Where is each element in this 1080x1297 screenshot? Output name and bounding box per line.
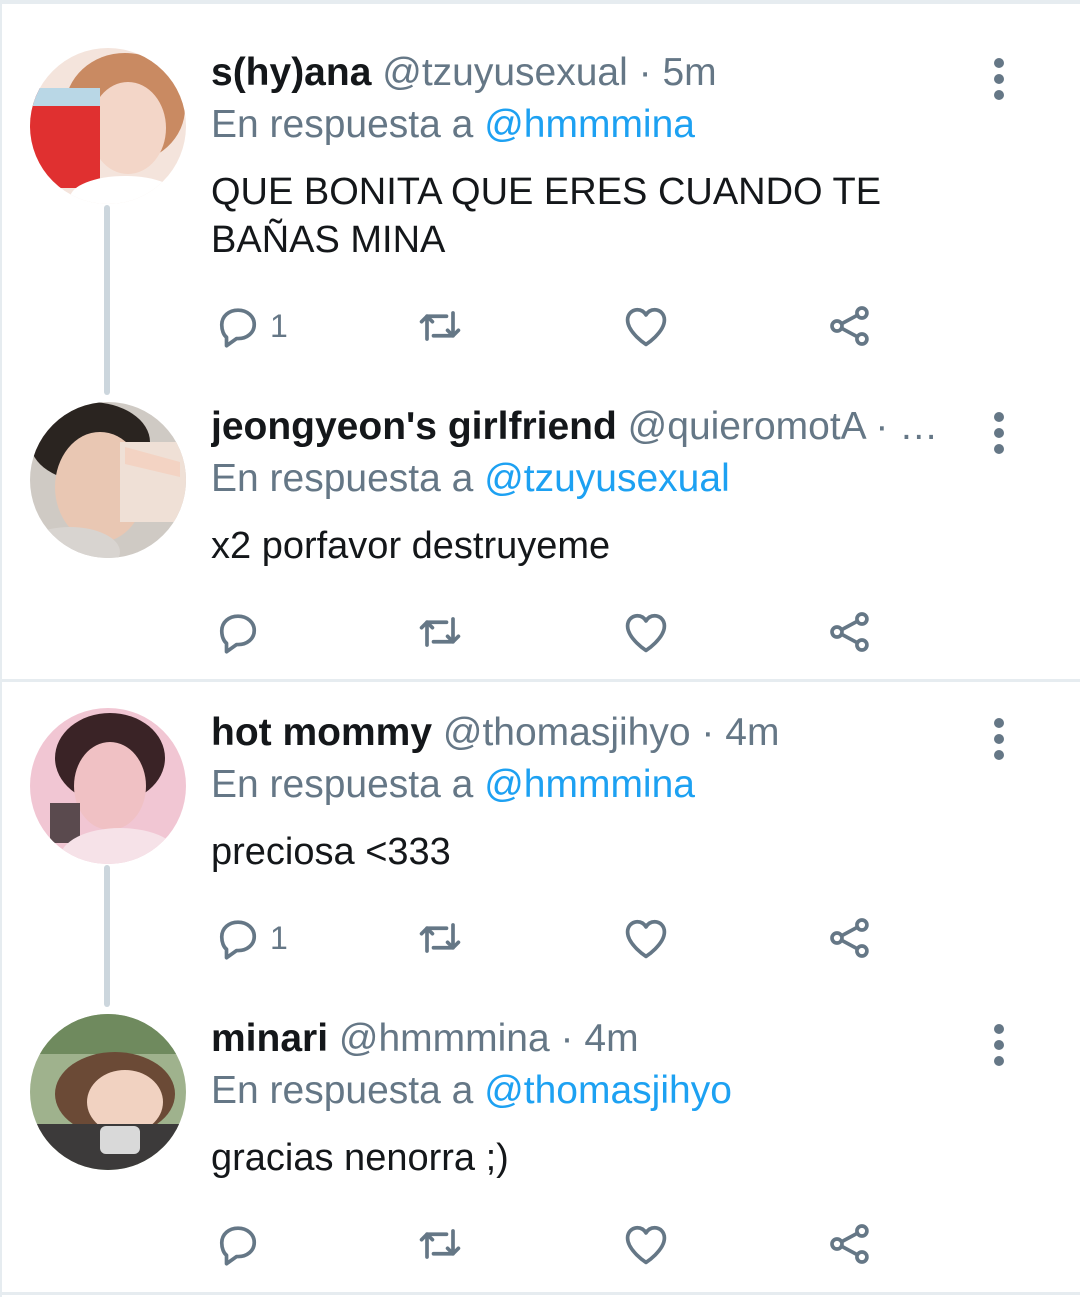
handle[interactable]: @quieromotA [628, 405, 865, 448]
tweet-text: QUE BONITA QUE ERES CUANDO TE BAÑAS MINA [211, 171, 882, 261]
avatar[interactable] [30, 48, 186, 204]
tweet[interactable]: jeongyeon's girlfriend @quieromotA · … E… [0, 402, 1080, 672]
reply-icon [219, 614, 257, 654]
reply-prefix: En respuesta a [211, 1069, 474, 1112]
tweet-actions [0, 602, 1080, 662]
reply-icon [219, 920, 257, 960]
reply-button[interactable] [212, 1214, 270, 1274]
reply-to-handle[interactable]: @hmmmina [484, 103, 695, 146]
share-button[interactable] [824, 1214, 876, 1274]
display-name[interactable]: hot mommy [211, 711, 432, 754]
reply-context: En respuesta a @hmmmina [211, 100, 695, 150]
timestamp[interactable]: 5m [662, 51, 716, 94]
retweet-icon [419, 1229, 461, 1259]
profile-photo-icon [30, 402, 186, 558]
timestamp[interactable]: 4m [584, 1017, 638, 1060]
handle[interactable]: @thomasjihyo [443, 711, 691, 754]
avatar[interactable] [30, 1014, 186, 1170]
reply-to-handle[interactable]: @hmmmina [484, 763, 695, 806]
tweet-actions: 1 [0, 296, 1080, 356]
like-button[interactable] [620, 602, 672, 662]
tweet[interactable]: minari @hmmmina · 4m En respuesta a @tho… [0, 1014, 1080, 1284]
reply-button[interactable] [212, 602, 270, 662]
top-divider [0, 0, 1080, 4]
more-options-icon[interactable] [982, 54, 1016, 104]
retweet-icon [419, 617, 461, 647]
reply-icon [219, 1226, 257, 1266]
timestamp[interactable]: 4m [725, 711, 779, 754]
conversation-divider [0, 1292, 1080, 1295]
tweet-text: gracias nenorra ;) [211, 1137, 509, 1179]
reply-prefix: En respuesta a [211, 103, 474, 146]
like-icon [625, 1225, 667, 1265]
reply-prefix: En respuesta a [211, 457, 474, 500]
reply-context: En respuesta a @thomasjihyo [211, 1066, 732, 1116]
like-icon [625, 613, 667, 653]
tweet-header: jeongyeon's girlfriend @quieromotA · … [211, 402, 970, 452]
reply-context: En respuesta a @hmmmina [211, 760, 695, 810]
like-button[interactable] [620, 1214, 672, 1274]
handle[interactable]: @hmmmina [339, 1017, 550, 1060]
profile-photo-icon [30, 48, 186, 204]
separator: · [638, 51, 652, 94]
share-icon [830, 918, 869, 958]
tweet-text: x2 porfavor destruyeme [211, 525, 611, 567]
retweet-icon [419, 923, 461, 953]
retweet-button[interactable] [414, 296, 466, 356]
share-button[interactable] [824, 296, 876, 356]
retweet-button[interactable] [414, 908, 466, 968]
avatar[interactable] [30, 402, 186, 558]
separator: · [701, 711, 715, 754]
share-button[interactable] [824, 908, 876, 968]
display-name[interactable]: s(hy)ana [211, 51, 371, 94]
reply-count: 1 [270, 307, 288, 344]
avatar[interactable] [30, 708, 186, 864]
tweet[interactable]: hot mommy @thomasjihyo · 4m En respuesta… [0, 708, 1080, 988]
conversation-divider [0, 679, 1080, 682]
more-options-icon[interactable] [982, 714, 1016, 764]
handle[interactable]: @tzuyusexual [382, 51, 628, 94]
timeline: s(hy)ana @tzuyusexual · 5m En respuesta … [0, 0, 1080, 1297]
like-button[interactable] [620, 908, 672, 968]
share-icon [830, 612, 869, 652]
like-icon [625, 919, 667, 959]
display-name[interactable]: minari [211, 1017, 328, 1060]
tweet[interactable]: s(hy)ana @tzuyusexual · 5m En respuesta … [0, 48, 1080, 368]
retweet-button[interactable] [414, 1214, 466, 1274]
profile-photo-icon [30, 1014, 186, 1170]
reply-context: En respuesta a @tzuyusexual [211, 454, 730, 504]
like-button[interactable] [620, 296, 672, 356]
reply-to-handle[interactable]: @tzuyusexual [484, 457, 730, 500]
tweet-actions: 1 [0, 908, 1080, 968]
separator: · … [875, 405, 939, 448]
reply-button[interactable]: 1 [212, 908, 288, 968]
reply-count: 1 [270, 919, 288, 956]
tweet-header: s(hy)ana @tzuyusexual · 5m [211, 48, 970, 98]
reply-prefix: En respuesta a [211, 763, 474, 806]
retweet-icon [419, 311, 461, 341]
separator: · [560, 1017, 574, 1060]
tweet-header: hot mommy @thomasjihyo · 4m [211, 708, 970, 758]
reply-button[interactable]: 1 [212, 296, 288, 356]
like-icon [625, 307, 667, 347]
share-icon [830, 306, 869, 346]
display-name[interactable]: jeongyeon's girlfriend [211, 405, 617, 448]
profile-photo-icon [30, 708, 186, 864]
tweet-text: preciosa <333 [211, 831, 451, 873]
share-button[interactable] [824, 602, 876, 662]
share-icon [830, 1224, 869, 1264]
reply-to-handle[interactable]: @thomasjihyo [484, 1069, 732, 1112]
tweet-header: minari @hmmmina · 4m [211, 1014, 970, 1064]
more-options-icon[interactable] [982, 408, 1016, 458]
reply-icon [219, 308, 257, 348]
more-options-icon[interactable] [982, 1020, 1016, 1070]
retweet-button[interactable] [414, 602, 466, 662]
tweet-actions [0, 1214, 1080, 1274]
